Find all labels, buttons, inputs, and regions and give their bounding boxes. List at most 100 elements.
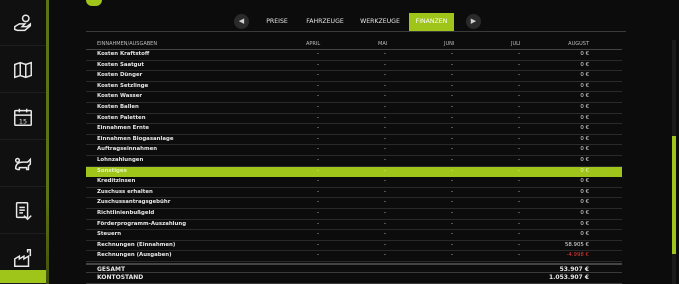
- table-row[interactable]: Kosten Ballen - - - - 0 €: [86, 103, 622, 114]
- table-row[interactable]: Kosten Kraftstoff - - - - 0 €: [86, 50, 622, 61]
- tab-prev-arrow-icon[interactable]: ◀: [234, 14, 249, 29]
- row-value: -: [518, 220, 520, 227]
- finance-icon[interactable]: [0, 270, 46, 284]
- calendar-icon[interactable]: 15: [0, 94, 46, 140]
- table-row[interactable]: Kosten Setzlinge - - - - 0 €: [86, 82, 622, 93]
- money-hand-icon[interactable]: [0, 0, 46, 46]
- row-value: 0 €: [580, 220, 589, 227]
- table-row[interactable]: Kreditzinsen - - - - 0 €: [86, 177, 622, 188]
- table-row[interactable]: Rechnungen (Ausgaben) - - - - -4.998 €: [86, 251, 622, 262]
- tab-werkzeuge[interactable]: WERKZEUGE: [352, 13, 408, 31]
- animals-icon[interactable]: [0, 141, 46, 187]
- tab-preise[interactable]: PREISE: [256, 13, 298, 31]
- row-value: -: [384, 231, 386, 238]
- table-row[interactable]: Kosten Wasser - - - - 0 €: [86, 92, 622, 103]
- row-label: Kreditzinsen: [97, 178, 136, 185]
- tab-underline: [86, 31, 626, 32]
- row-value: -: [384, 125, 386, 132]
- row-label: Einnahmen Biogasanlage: [97, 135, 174, 142]
- table-row[interactable]: Förderprogramm-Auszahlung - - - - 0 €: [86, 220, 622, 231]
- map-icon[interactable]: [0, 47, 46, 93]
- table-row[interactable]: Sonstiges - - - - 0 €: [86, 166, 622, 178]
- row-value: -: [451, 93, 453, 100]
- sidebar-accent-edge: [46, 0, 49, 284]
- table-row[interactable]: Rechnungen (Einnahmen) - - - - 58.905 €: [86, 241, 622, 252]
- table-row[interactable]: Einnahmen Biogasanlage - - - - 0 €: [86, 135, 622, 146]
- tab-finanzen[interactable]: FINANZEN: [409, 13, 454, 31]
- row-label: Rechnungen (Ausgaben): [97, 252, 172, 259]
- row-value: -: [384, 178, 386, 185]
- tab-next-arrow-icon[interactable]: ▶: [466, 14, 481, 29]
- row-value: -: [384, 156, 386, 163]
- table-row[interactable]: Zuschussantragsgebühr - - - - 0 €: [86, 198, 622, 209]
- row-label: Steuern: [97, 231, 122, 238]
- row-value: 0 €: [580, 167, 589, 174]
- row-value: -: [451, 209, 453, 216]
- row-value: -: [518, 82, 520, 89]
- kontostand-value: 1.053.907 €: [548, 274, 589, 282]
- table-row[interactable]: Zuschuss erhalten - - - - 0 €: [86, 188, 622, 199]
- row-value: -: [518, 72, 520, 79]
- row-value: -4.998 €: [566, 252, 589, 259]
- table-row[interactable]: Steuern - - - - 0 €: [86, 230, 622, 241]
- row-label: Rechnungen (Einnahmen): [97, 241, 176, 248]
- row-label: Kosten Setzlinge: [97, 82, 149, 89]
- row-value: -: [518, 61, 520, 68]
- scrollbar-thumb[interactable]: [672, 136, 676, 254]
- row-value: -: [451, 82, 453, 89]
- row-value: -: [317, 51, 319, 57]
- row-value: -: [451, 103, 453, 110]
- row-value: -: [317, 252, 319, 259]
- row-value: -: [384, 220, 386, 227]
- row-value: -: [451, 220, 453, 227]
- row-label: Zuschuss erhalten: [97, 188, 153, 195]
- row-value: -: [451, 241, 453, 248]
- row-value: -: [451, 51, 453, 57]
- row-value: -: [384, 51, 386, 57]
- row-value: 0 €: [580, 125, 589, 132]
- table-row[interactable]: Kosten Paletten - - - - 0 €: [86, 114, 622, 125]
- tab-bar: ◀ PREISE FAHRZEUGE WERKZEUGE FINANZEN ▶: [232, 13, 482, 31]
- tab-fahrzeuge[interactable]: FAHRZEUGE: [300, 13, 350, 31]
- row-value: -: [518, 178, 520, 185]
- table-row[interactable]: Lohnzahlungen - - - - 0 €: [86, 156, 622, 167]
- row-value: -: [451, 252, 453, 259]
- header-month: JUNI: [444, 41, 455, 47]
- row-value: -: [451, 156, 453, 163]
- row-value: -: [518, 156, 520, 163]
- row-value: -: [317, 146, 319, 153]
- row-label: Auftragseinnahmen: [97, 146, 158, 153]
- table-row[interactable]: Kosten Saatgut - - - - 0 €: [86, 61, 622, 72]
- row-value: -: [451, 167, 453, 174]
- gesamt-row: GESAMT 53.907 €: [86, 262, 622, 274]
- contracts-icon[interactable]: [0, 188, 46, 234]
- row-value: 0 €: [580, 209, 589, 216]
- row-value: -: [317, 178, 319, 185]
- row-label: Lohnzahlungen: [97, 156, 144, 163]
- row-value: 58.905 €: [564, 241, 589, 248]
- table-row[interactable]: Kosten Dünger - - - - 0 €: [86, 71, 622, 82]
- row-value: -: [451, 114, 453, 121]
- row-value: 0 €: [580, 51, 589, 57]
- row-value: -: [518, 231, 520, 238]
- row-value: -: [384, 93, 386, 100]
- row-label: Einnahmen Ernte: [97, 125, 150, 132]
- table-row[interactable]: Auftragseinnahmen - - - - 0 €: [86, 145, 622, 156]
- row-value: -: [518, 167, 520, 174]
- table-row[interactable]: Richtlinienbußgeld - - - - 0 €: [86, 209, 622, 220]
- row-value: -: [518, 125, 520, 132]
- row-value: -: [518, 51, 520, 57]
- row-value: -: [317, 241, 319, 248]
- row-value: 0 €: [580, 82, 589, 89]
- row-value: -: [384, 252, 386, 259]
- row-value: -: [384, 241, 386, 248]
- row-value: -: [317, 72, 319, 79]
- finance-table: EINNAHMEN/AUSGABEN APRIL MAI JUNI JULI A…: [86, 40, 622, 284]
- row-value: 0 €: [580, 146, 589, 153]
- table-row[interactable]: Einnahmen Ernte - - - - 0 €: [86, 124, 622, 135]
- row-value: -: [518, 93, 520, 100]
- row-value: -: [518, 103, 520, 110]
- row-value: -: [384, 167, 386, 174]
- logo-fragment: [86, 0, 102, 6]
- row-value: -: [317, 156, 319, 163]
